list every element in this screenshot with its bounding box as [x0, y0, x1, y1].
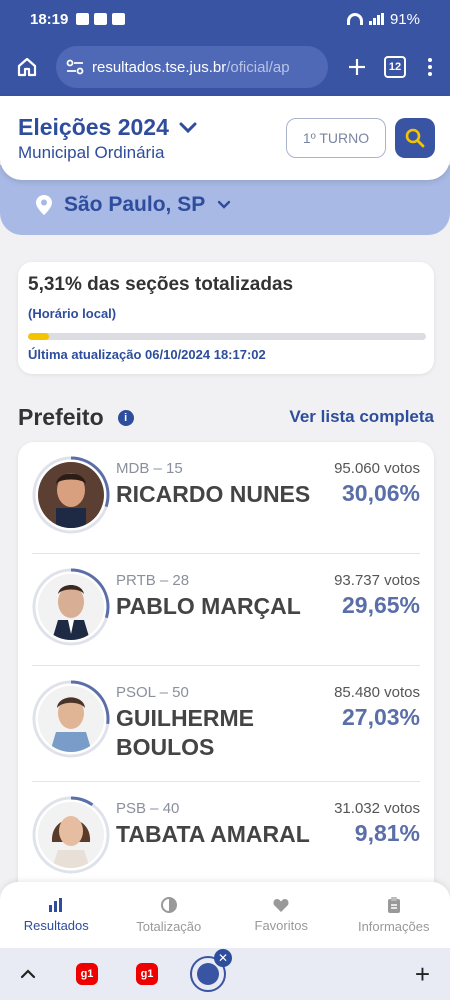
candidate-name: RICARDO NUNES [116, 481, 311, 507]
candidate-party: PRTB – 28 [116, 572, 190, 589]
candidates-list: MDB – 15 RICARDO NUNES 95.060 votos 30,0… [18, 442, 434, 922]
nav-label: Resultados [23, 917, 89, 933]
g1-tab[interactable]: g1 [76, 963, 98, 985]
candidate-percentage: 9,81% [354, 820, 420, 846]
search-icon [405, 128, 425, 148]
app-header: Eleições 2024 Municipal Ordinária 1º TUR… [0, 96, 450, 180]
candidate-row[interactable]: MDB – 15 RICARDO NUNES 95.060 votos 30,0… [32, 442, 420, 554]
progress-bar [28, 333, 426, 340]
section-title: Prefeito i [18, 404, 134, 431]
bar-chart-icon [49, 897, 63, 912]
gallery-icon [94, 13, 108, 25]
bottom-navigation: Resultados Totalização Favoritos Informa… [0, 882, 450, 948]
nav-information[interactable]: Informações [338, 882, 450, 948]
candidate-avatar [32, 680, 110, 758]
candidate-votes: 95.060 votos [334, 460, 420, 477]
site-settings-icon[interactable] [66, 59, 84, 75]
status-time: 18:19 [30, 10, 69, 28]
url-host: resultados.tse.jus.br [92, 58, 227, 76]
totalization-progress-card: 5,31% das seções totalizadas (Horário lo… [18, 262, 434, 374]
turno-button[interactable]: 1º TURNO [286, 118, 386, 158]
candidate-percentage: 27,03% [341, 704, 420, 730]
browser-tab-strip: g1 g1 ✕ + [0, 948, 450, 1000]
see-full-list-link[interactable]: Ver lista completa [289, 407, 434, 427]
twitch-icon [112, 13, 126, 25]
tse-tab[interactable]: ✕ [190, 949, 232, 992]
chevron-down-icon [179, 122, 197, 133]
nav-totalization[interactable]: Totalização [113, 882, 226, 948]
nav-label: Informações [357, 918, 430, 934]
candidate-party: PSB – 40 [116, 800, 180, 817]
nav-results[interactable]: Resultados [0, 882, 113, 948]
status-bar: 18:19 91% [0, 0, 450, 38]
search-button[interactable] [395, 118, 435, 158]
tse-favicon [197, 963, 219, 985]
tab-switcher-button[interactable]: 12 [384, 56, 406, 78]
candidate-name: GUILHERME BOULOS [116, 705, 254, 760]
candidate-votes: 85.480 votos [334, 684, 420, 701]
g1-tab[interactable]: g1 [136, 963, 158, 985]
candidate-votes: 31.032 votos [334, 800, 420, 817]
add-tab-icon[interactable]: + [415, 959, 430, 990]
progress-title: 5,31% das seções totalizadas [28, 274, 294, 295]
chevron-down-icon [218, 200, 231, 209]
candidate-percentage: 30,06% [341, 480, 420, 506]
candidate-row[interactable]: PRTB – 28 PABLO MARÇAL 93.737 votos 29,6… [32, 554, 420, 666]
signal-icon [368, 13, 384, 25]
home-icon[interactable] [10, 50, 44, 84]
candidate-votes: 93.737 votos [334, 572, 420, 589]
bluesky-icon [76, 13, 90, 25]
url-bar[interactable]: resultados.tse.jus.br/oficial/ap [56, 46, 328, 88]
new-tab-icon[interactable] [340, 50, 374, 84]
nav-label: Totalização [136, 918, 202, 934]
location-label: São Paulo, SP [64, 193, 206, 216]
candidate-name: PABLO MARÇAL [116, 593, 301, 619]
location-pin-icon [36, 195, 52, 215]
url-path: /oficial/ap [226, 58, 290, 76]
last-update: Última atualização 06/10/2024 18:17:02 [28, 347, 266, 362]
pie-icon [160, 896, 177, 913]
candidate-row[interactable]: PSB – 40 TABATA AMARAL 31.032 votos 9,81… [32, 782, 420, 894]
nav-favorites[interactable]: Favoritos [225, 882, 338, 948]
clipboard-icon [387, 896, 400, 913]
progress-fill [28, 333, 50, 340]
chevron-up-icon[interactable] [20, 969, 36, 979]
info-icon[interactable]: i [117, 409, 134, 426]
browser-menu-icon[interactable] [420, 58, 440, 76]
candidate-party: PSOL – 50 [116, 684, 189, 701]
wifi-icon [346, 13, 363, 25]
candidate-avatar [32, 456, 110, 534]
local-time-note: (Horário local) [28, 306, 117, 321]
candidate-party: MDB – 15 [116, 460, 183, 477]
heart-icon [273, 898, 289, 912]
candidate-row[interactable]: PSOL – 50 GUILHERME BOULOS 85.480 votos … [32, 666, 420, 782]
candidate-avatar [32, 568, 110, 646]
browser-chrome: 18:19 91% resultados.tse.jus.br/oficial/… [0, 0, 450, 96]
nav-label: Favoritos [254, 917, 308, 933]
close-tab-icon[interactable]: ✕ [214, 949, 232, 967]
candidate-percentage: 29,65% [341, 592, 420, 618]
election-selector[interactable]: Eleições 2024 [18, 114, 197, 141]
election-subtitle: Municipal Ordinária [18, 143, 165, 162]
election-title: Eleições 2024 [18, 114, 169, 140]
section-title-text: Prefeito [18, 404, 104, 430]
notification-icons [76, 13, 126, 25]
battery-level: 91% [389, 10, 420, 28]
candidate-avatar [32, 796, 110, 874]
candidate-name: TABATA AMARAL [116, 821, 310, 847]
